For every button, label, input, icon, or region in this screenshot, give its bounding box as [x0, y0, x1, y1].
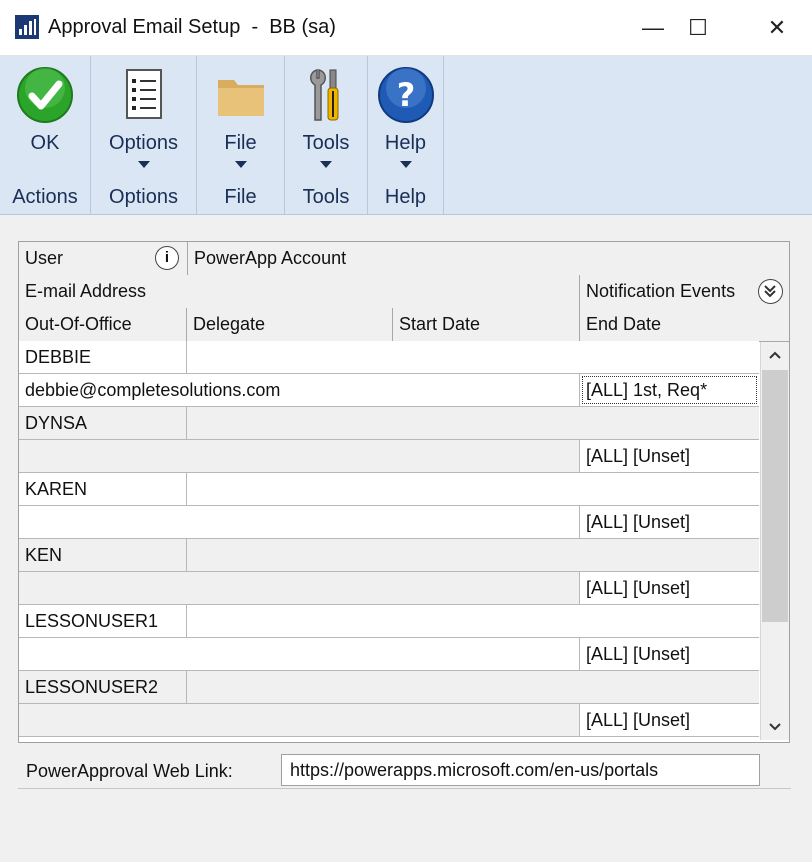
group-label-help: Help — [384, 186, 427, 208]
file-button[interactable]: File — [197, 62, 284, 180]
notification-events-cell[interactable]: [ALL] [Unset] — [580, 440, 759, 472]
email-row[interactable]: debbie@completesolutions.com [ALL] 1st, R… — [19, 374, 759, 407]
email-address-cell[interactable] — [19, 572, 580, 604]
user-id-cell[interactable]: KEN — [19, 539, 187, 571]
email-address-cell[interactable] — [19, 704, 580, 736]
email-row[interactable]: [ALL] [Unset] — [19, 440, 759, 473]
ribbon-group-tools: Tools Tools — [285, 56, 368, 214]
scrollbar-thumb[interactable] — [762, 370, 788, 622]
bottom-divider — [18, 788, 791, 789]
window-title: Approval Email Setup - BB (sa) — [48, 16, 336, 38]
delegate-column-header[interactable]: Delegate — [187, 308, 393, 341]
user-row[interactable]: LESSONUSER1 — [19, 605, 759, 638]
grid-header-2: E-mail Address Notification Events — [19, 275, 789, 309]
notification-events-cell[interactable]: [ALL] [Unset] — [580, 506, 759, 538]
end-date-column-header[interactable]: End Date — [580, 308, 789, 341]
email-row[interactable]: [ALL] [Unset] — [19, 704, 759, 737]
ribbon: OK Actions Options Options File File Too… — [0, 56, 812, 215]
list-document-icon — [115, 66, 173, 124]
group-label-options: Options — [109, 186, 178, 208]
email-address-cell[interactable] — [19, 440, 580, 472]
group-label-file: File — [224, 186, 257, 208]
content-area: User i PowerApp Account E-mail Address N… — [0, 215, 812, 862]
tools-dropdown-arrow-icon — [320, 161, 332, 168]
minimize-button[interactable]: — — [631, 8, 675, 48]
title-bar: Approval Email Setup - BB (sa) — ☐ ✕ — [0, 0, 812, 56]
start-date-column-header[interactable]: Start Date — [393, 308, 580, 341]
close-button[interactable]: ✕ — [755, 8, 799, 48]
group-label-tools: Tools — [302, 186, 350, 208]
user-row[interactable]: KAREN — [19, 473, 759, 506]
user-id-cell[interactable]: DEBBIE — [19, 341, 187, 373]
powerapp-account-cell[interactable] — [187, 473, 759, 505]
powerapp-account-cell[interactable] — [187, 605, 759, 637]
ribbon-group-actions: OK Actions — [0, 56, 91, 214]
user-id-cell[interactable]: DYNSA — [19, 407, 187, 439]
file-label: File — [224, 132, 257, 154]
grid-header-3: Out-Of-Office Delegate Start Date End Da… — [19, 308, 789, 342]
user-row[interactable]: DYNSA — [19, 407, 759, 440]
scroll-down-icon[interactable] — [761, 716, 789, 738]
options-dropdown-arrow-icon — [137, 161, 150, 168]
user-id-cell[interactable]: KAREN — [19, 473, 187, 505]
email-address-cell[interactable] — [19, 506, 580, 538]
ribbon-group-file: File File — [197, 56, 285, 214]
powerapp-account-cell[interactable] — [187, 407, 759, 439]
powerapp-account-column-header[interactable]: PowerApp Account — [188, 242, 789, 275]
powerapp-account-cell[interactable] — [187, 671, 759, 703]
ok-button[interactable]: OK — [0, 62, 90, 180]
ribbon-group-options: Options Options — [91, 56, 197, 214]
options-button[interactable]: Options — [91, 62, 196, 180]
email-row[interactable]: [ALL] [Unset] — [19, 506, 759, 539]
help-label: Help — [384, 132, 427, 154]
email-row[interactable]: [ALL] [Unset] — [19, 572, 759, 605]
user-row[interactable]: KEN — [19, 539, 759, 572]
grid-header-1: User i PowerApp Account — [19, 242, 789, 276]
vertical-scrollbar[interactable] — [760, 342, 789, 740]
notification-events-cell[interactable]: [ALL] [Unset] — [580, 572, 759, 604]
email-address-cell[interactable] — [19, 638, 580, 670]
user-grid: User i PowerApp Account E-mail Address N… — [18, 241, 790, 743]
maximize-button[interactable]: ☐ — [676, 8, 720, 48]
ok-label: OK — [30, 132, 60, 154]
powerapp-account-cell[interactable] — [187, 539, 759, 571]
options-label: Options — [109, 132, 178, 154]
email-row[interactable]: [ALL] [Unset] — [19, 638, 759, 671]
powerapp-account-cell[interactable] — [187, 341, 759, 373]
help-icon: ? — [377, 66, 435, 124]
notification-events-cell[interactable]: [ALL] [Unset] — [580, 704, 759, 736]
group-label-actions: Actions — [12, 186, 78, 208]
tools-button[interactable]: Tools — [285, 62, 367, 180]
help-button[interactable]: ? Help — [368, 62, 443, 180]
web-link-label: PowerApproval Web Link: — [26, 761, 233, 781]
expand-rows-icon[interactable] — [758, 279, 783, 304]
notification-events-cell[interactable]: [ALL] [Unset] — [580, 638, 759, 670]
user-row[interactable]: DEBBIE — [19, 341, 759, 374]
email-column-header[interactable]: E-mail Address — [19, 275, 580, 308]
file-dropdown-arrow-icon — [234, 161, 247, 168]
email-address-cell[interactable]: debbie@completesolutions.com — [19, 374, 580, 406]
tools-label: Tools — [302, 132, 350, 154]
out-of-office-column-header[interactable]: Out-Of-Office — [19, 308, 187, 341]
folder-icon — [212, 66, 270, 124]
help-dropdown-arrow-icon — [399, 161, 412, 168]
info-icon[interactable]: i — [155, 246, 179, 270]
app-chart-icon — [15, 15, 39, 39]
check-circle-icon — [16, 66, 74, 124]
scroll-up-icon[interactable] — [761, 344, 789, 366]
user-id-cell[interactable]: LESSONUSER1 — [19, 605, 187, 637]
ribbon-group-help: ? Help Help — [368, 56, 444, 214]
web-link-input[interactable]: https://powerapps.microsoft.com/en-us/po… — [281, 754, 760, 786]
user-id-cell[interactable]: LESSONUSER2 — [19, 671, 187, 703]
svg-text:?: ? — [396, 76, 415, 114]
notification-events-cell[interactable]: [ALL] 1st, Req* — [580, 374, 759, 406]
tools-icon — [297, 66, 355, 124]
user-row[interactable]: LESSONUSER2 — [19, 671, 759, 704]
